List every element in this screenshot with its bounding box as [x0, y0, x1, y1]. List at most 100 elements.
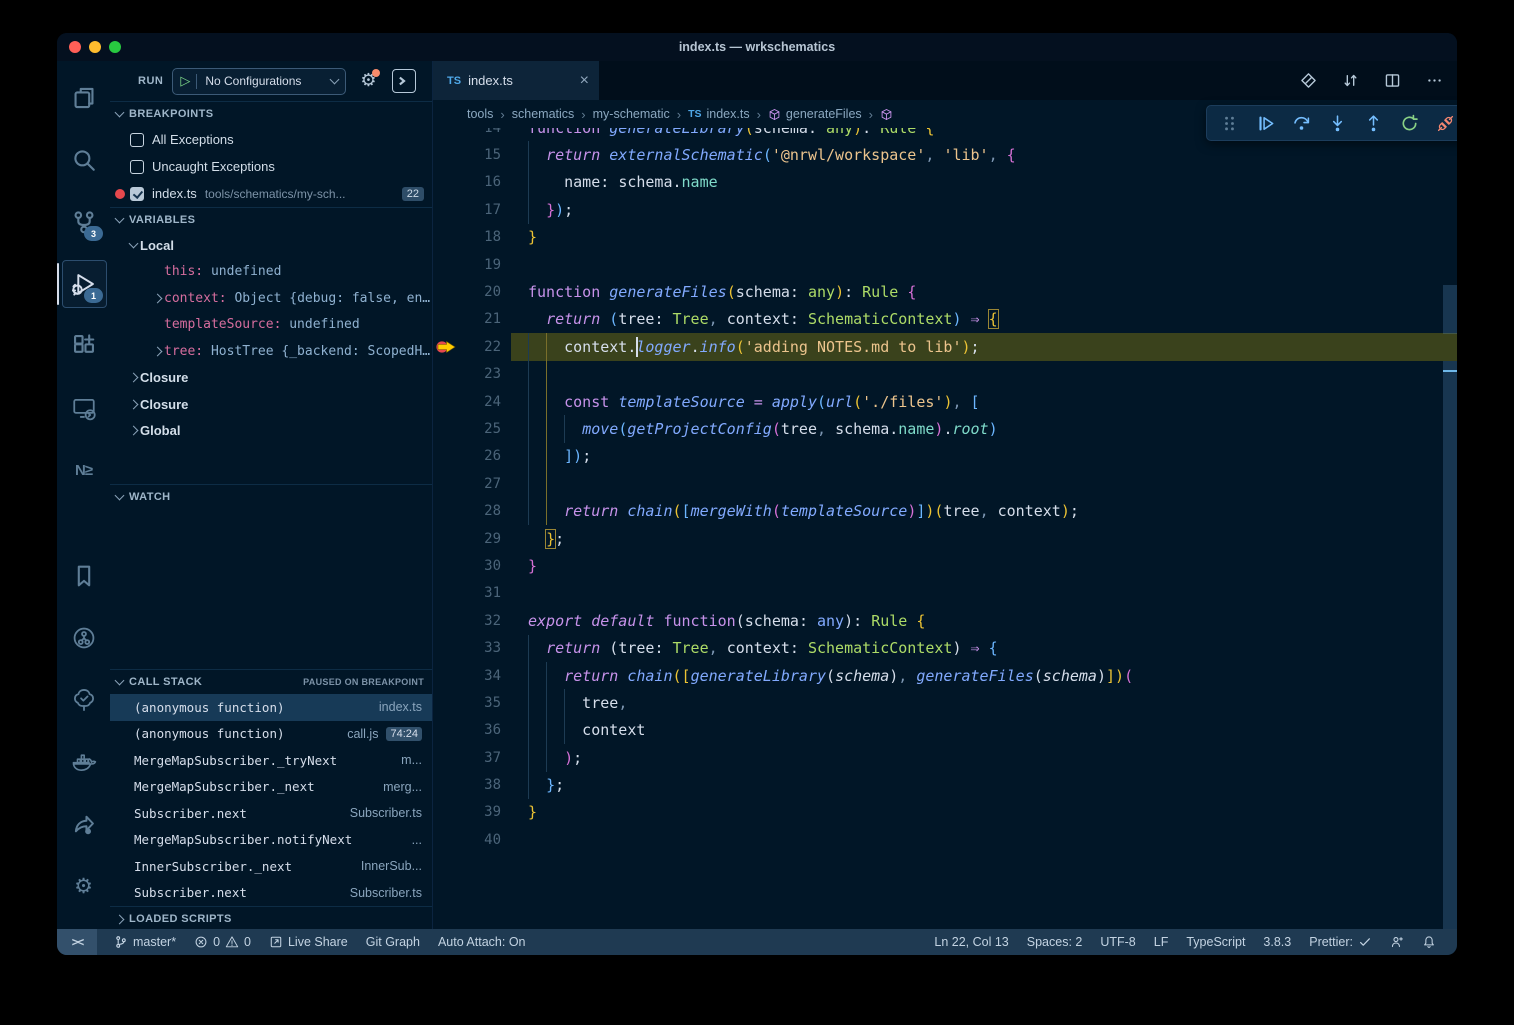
status-git-branch[interactable]: master* [105, 929, 185, 955]
activity-item-remote-explorer[interactable] [57, 383, 110, 433]
breakpoint-margin[interactable] [433, 689, 459, 716]
code-editor[interactable]: 14function generateLibrary(schema: any):… [433, 128, 1457, 929]
code-line-28[interactable]: 28 return chain([mergeWith(templateSourc… [433, 497, 1457, 524]
step-over-button[interactable] [1287, 109, 1315, 137]
breakpoint-margin[interactable] [433, 415, 459, 442]
status-remote-indicator[interactable]: >< [57, 929, 97, 955]
status-cursor-position[interactable]: Ln 22, Col 13 [925, 929, 1017, 955]
breakpoint-checkbox[interactable] [130, 187, 144, 201]
activity-item-nx-console[interactable]: N≥ [57, 445, 110, 495]
breakpoint-margin[interactable] [433, 826, 459, 853]
activity-item-run-and-debug[interactable]: 1 [57, 259, 110, 309]
breakpoint-margin[interactable] [433, 552, 459, 579]
variable-row[interactable]: tree: HostTree {_backend: ScopedH… [110, 338, 432, 365]
start-debug-icon[interactable]: ▷ [180, 73, 190, 89]
breakpoint-margin[interactable] [433, 799, 459, 826]
status-feedback[interactable] [1381, 929, 1413, 955]
variable-row[interactable]: templateSource: undefined [110, 312, 432, 339]
configure-gear-button[interactable]: ⚙ [360, 71, 376, 91]
breakpoint-margin[interactable] [433, 525, 459, 552]
code-line-23[interactable]: 23 [433, 361, 1457, 388]
overview-ruler[interactable] [1443, 128, 1457, 929]
activity-item-extensions[interactable] [57, 321, 110, 371]
activity-item-search[interactable] [57, 135, 110, 185]
breakpoint-margin[interactable] [433, 470, 459, 497]
variable-row[interactable]: this: undefined [110, 259, 432, 286]
code-line-32[interactable]: 32export default function(schema: any): … [433, 607, 1457, 634]
breakpoint-margin[interactable] [433, 196, 459, 223]
activity-item-docker[interactable] [57, 737, 110, 787]
breakpoint-margin[interactable] [433, 388, 459, 415]
drag-handle[interactable] [1215, 109, 1243, 137]
breadcrumb-item[interactable] [880, 108, 898, 121]
minimize-window-button[interactable] [89, 41, 101, 53]
activity-item-test-explorer[interactable] [57, 675, 110, 725]
code-line-20[interactable]: 20function generateFiles(schema: any): R… [433, 278, 1457, 305]
code-line-34[interactable]: 34 return chain([generateLibrary(schema)… [433, 662, 1457, 689]
breakpoint-margin[interactable] [433, 443, 459, 470]
breakpoint-margin[interactable] [433, 497, 459, 524]
tab-index-ts[interactable]: TS index.ts × [433, 61, 599, 100]
breakpoint-margin[interactable] [433, 169, 459, 196]
breakpoint-checkbox[interactable] [130, 160, 144, 174]
activity-item-bookmarks[interactable] [57, 551, 110, 601]
code-line-31[interactable]: 31 [433, 580, 1457, 607]
breadcrumb-item[interactable]: schematics [512, 107, 575, 121]
breadcrumb-item[interactable]: my-schematic [593, 107, 670, 121]
status-auto-attach[interactable]: Auto Attach: On [429, 929, 535, 955]
breakpoint-margin[interactable] [433, 141, 459, 168]
call-stack-header[interactable]: CALL STACK PAUSED ON BREAKPOINT [110, 670, 432, 694]
code-line-21[interactable]: 21 return (tree: Tree, context: Schemati… [433, 306, 1457, 333]
breakpoint-margin[interactable] [433, 580, 459, 607]
activity-item-source-control[interactable]: 3 [57, 197, 110, 247]
call-stack-frame[interactable]: MergeMapSubscriber.notifyNext... [110, 827, 432, 854]
variable-row[interactable]: Local [110, 232, 432, 259]
breakpoint-margin[interactable] [433, 361, 459, 388]
code-line-37[interactable]: 37 ); [433, 744, 1457, 771]
breadcrumb-item[interactable]: generateFiles [768, 107, 862, 121]
launch-config-dropdown[interactable]: ▷ No Configurations [172, 68, 346, 95]
loaded-scripts-header[interactable]: LOADED SCRIPTS [110, 907, 432, 929]
step-into-button[interactable] [1323, 109, 1351, 137]
breakpoint-margin[interactable] [433, 717, 459, 744]
breakpoint-margin[interactable] [433, 634, 459, 661]
call-stack-frame[interactable]: (anonymous function)index.ts [110, 694, 432, 721]
code-line-22[interactable]: 22 context.logger.info('adding NOTES.md … [433, 333, 1457, 360]
call-stack-frame[interactable]: Subscriber.nextSubscriber.ts [110, 880, 432, 907]
call-stack-frame[interactable]: MergeMapSubscriber._tryNextm... [110, 747, 432, 774]
status-ts-version[interactable]: 3.8.3 [1254, 929, 1300, 955]
status-problems[interactable]: 00 [185, 929, 260, 955]
variable-row[interactable]: Closure [110, 365, 432, 392]
watch-header[interactable]: WATCH [110, 485, 432, 509]
code-line-40[interactable]: 40 [433, 826, 1457, 853]
breakpoint-margin[interactable] [433, 128, 459, 141]
step-out-button[interactable] [1359, 109, 1387, 137]
split-editor-button[interactable] [1384, 72, 1401, 89]
call-stack-frame[interactable]: (anonymous function)call.js74:24 [110, 721, 432, 748]
code-line-16[interactable]: 16 name: schema.name [433, 169, 1457, 196]
status-live-share[interactable]: Live Share [260, 929, 357, 955]
call-stack-frame[interactable]: MergeMapSubscriber._nextmerg... [110, 774, 432, 801]
debug-console-button[interactable] [392, 69, 416, 93]
code-line-35[interactable]: 35 tree, [433, 689, 1457, 716]
code-line-25[interactable]: 25 move(getProjectConfig(tree, schema.na… [433, 415, 1457, 442]
breakpoint-margin[interactable] [433, 333, 459, 360]
variable-row[interactable]: context: Object {debug: false, en… [110, 285, 432, 312]
code-line-36[interactable]: 36 context [433, 717, 1457, 744]
variable-row[interactable]: Global [110, 418, 432, 445]
breakpoint-row[interactable]: index.tstools/schematics/my-sch...22 [110, 180, 432, 207]
paused-breakpoint-icon[interactable] [435, 340, 457, 354]
status-git-graph[interactable]: Git Graph [357, 929, 429, 955]
breakpoint-row[interactable]: All Exceptions [110, 126, 432, 153]
code-line-24[interactable]: 24 const templateSource = apply(url('./f… [433, 388, 1457, 415]
breakpoint-margin[interactable] [433, 662, 459, 689]
open-changes-button[interactable] [1300, 72, 1317, 89]
code-line-29[interactable]: 29 }; [433, 525, 1457, 552]
restart-button[interactable] [1395, 109, 1423, 137]
breakpoint-row[interactable]: Uncaught Exceptions [110, 153, 432, 180]
breakpoints-header[interactable]: BREAKPOINTS [110, 102, 432, 126]
code-line-38[interactable]: 38 }; [433, 771, 1457, 798]
variable-row[interactable]: Closure [110, 391, 432, 418]
breadcrumb-item[interactable]: tools [467, 107, 493, 121]
breakpoint-margin[interactable] [433, 224, 459, 251]
